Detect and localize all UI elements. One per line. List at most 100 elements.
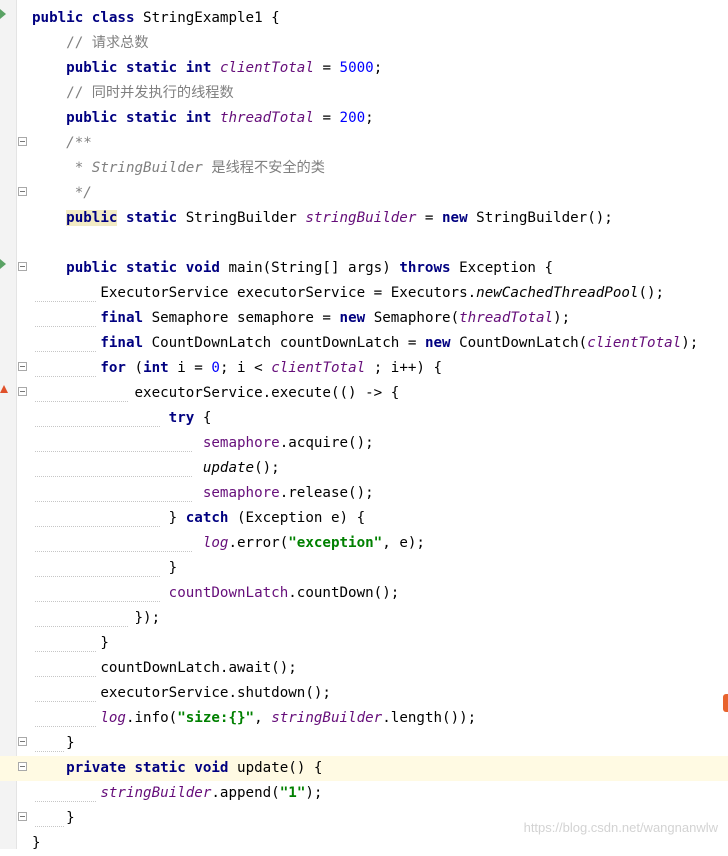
code-text[interactable]: semaphore.acquire();: [32, 434, 374, 453]
code-text[interactable]: log.info("size:{}", stringBuilder.length…: [32, 709, 476, 728]
code-text[interactable]: stringBuilder.append("1");: [32, 784, 322, 803]
code-text[interactable]: semaphore.release();: [32, 484, 374, 503]
code-line-9[interactable]: public static StringBuilder stringBuilde…: [0, 206, 728, 231]
code-text[interactable]: final Semaphore semaphore = new Semaphor…: [32, 309, 570, 328]
code-text[interactable]: ExecutorService executorService = Execut…: [32, 284, 664, 303]
code-token: new: [424, 335, 451, 351]
code-text[interactable]: public static int clientTotal = 5000;: [32, 59, 382, 78]
code-text[interactable]: private static void update() {: [32, 759, 322, 778]
code-token: static: [134, 760, 186, 776]
code-line-28[interactable]: executorService.shutdown();: [0, 681, 728, 706]
code-line-30[interactable]: }: [0, 731, 728, 756]
code-text[interactable]: executorService.shutdown();: [32, 684, 331, 703]
code-token: try: [168, 410, 195, 426]
code-line-17[interactable]: try {: [0, 406, 728, 431]
code-line-24[interactable]: countDownLatch.countDown();: [0, 581, 728, 606]
code-line-13[interactable]: final Semaphore semaphore = new Semaphor…: [0, 306, 728, 331]
code-text[interactable]: public static void main(String[] args) t…: [32, 259, 553, 278]
code-line-6[interactable]: /**: [0, 131, 728, 156]
run-icon[interactable]: [0, 9, 6, 19]
code-line-26[interactable]: }: [0, 631, 728, 656]
code-text[interactable]: log.error("exception", e);: [32, 534, 425, 553]
code-text[interactable]: for (int i = 0; i < clientTotal ; i++) {: [32, 359, 442, 378]
fold-toggle-icon[interactable]: [18, 137, 27, 146]
code-token: 200: [339, 110, 366, 126]
code-line-32[interactable]: stringBuilder.append("1");: [0, 781, 728, 806]
code-line-21[interactable]: } catch (Exception e) {: [0, 506, 728, 531]
code-text[interactable]: }: [32, 734, 75, 753]
code-token: /**: [66, 135, 92, 151]
code-text[interactable]: /**: [32, 134, 92, 153]
code-line-19[interactable]: update();: [0, 456, 728, 481]
fold-toggle-icon[interactable]: [18, 737, 27, 746]
code-text[interactable]: public static int threadTotal = 200;: [32, 109, 374, 128]
error-stripe-marker[interactable]: [723, 694, 728, 712]
code-text[interactable]: public class StringExample1 {: [32, 9, 280, 28]
code-token: "exception": [288, 535, 383, 551]
code-line-11[interactable]: public static void main(String[] args) t…: [0, 256, 728, 281]
code-text[interactable]: update();: [32, 459, 280, 478]
code-line-15[interactable]: for (int i = 0; i < clientTotal ; i++) {: [0, 356, 728, 381]
code-line-31[interactable]: private static void update() {: [0, 756, 728, 781]
code-line-12[interactable]: ExecutorService executorService = Execut…: [0, 281, 728, 306]
code-token: throws: [399, 260, 451, 276]
run-icon[interactable]: [0, 259, 6, 269]
code-text[interactable]: countDownLatch.countDown();: [32, 584, 400, 603]
code-line-2[interactable]: // 请求总数: [0, 31, 728, 56]
code-line-8[interactable]: */: [0, 181, 728, 206]
code-text[interactable]: countDownLatch.await();: [32, 659, 296, 678]
code-line-16[interactable]: executorService.execute(() -> {: [0, 381, 728, 406]
code-line-20[interactable]: semaphore.release();: [0, 481, 728, 506]
code-text[interactable]: */: [32, 184, 92, 203]
code-token: int: [185, 60, 212, 76]
fold-toggle-icon[interactable]: [18, 262, 27, 271]
code-line-25[interactable]: });: [0, 606, 728, 631]
code-line-3[interactable]: public static int clientTotal = 5000;: [0, 56, 728, 81]
fold-toggle-icon[interactable]: [18, 812, 27, 821]
fold-toggle-icon[interactable]: [18, 187, 27, 196]
code-text[interactable]: final CountDownLatch countDownLatch = ne…: [32, 334, 698, 353]
code-editor[interactable]: public class StringExample1 { // 请求总数 pu…: [0, 0, 728, 851]
code-line-18[interactable]: semaphore.acquire();: [0, 431, 728, 456]
code-line-23[interactable]: }: [0, 556, 728, 581]
code-token: );: [681, 335, 699, 351]
code-line-10[interactable]: [0, 231, 728, 256]
code-line-14[interactable]: final CountDownLatch countDownLatch = ne…: [0, 331, 728, 356]
code-text[interactable]: } catch (Exception e) {: [32, 509, 365, 528]
code-line-29[interactable]: log.info("size:{}", stringBuilder.length…: [0, 706, 728, 731]
code-token: (Exception e) {: [228, 510, 366, 526]
up-arrow[interactable]: [0, 385, 8, 393]
code-text[interactable]: * StringBuilder 是线程不安全的类: [32, 159, 325, 178]
code-line-7[interactable]: * StringBuilder 是线程不安全的类: [0, 156, 728, 181]
code-text[interactable]: // 请求总数: [32, 34, 148, 53]
fold-toggle-icon[interactable]: [18, 387, 27, 396]
code-text[interactable]: try {: [32, 409, 212, 428]
code-line-4[interactable]: // 同时并发执行的线程数: [0, 81, 728, 106]
code-text[interactable]: });: [32, 609, 160, 628]
code-text[interactable]: public static StringBuilder stringBuilde…: [32, 209, 613, 228]
code-text[interactable]: }: [32, 634, 109, 653]
code-line-1[interactable]: public class StringExample1 {: [0, 6, 728, 31]
code-token: clientTotal: [271, 360, 366, 376]
fold-toggle-icon[interactable]: [18, 762, 27, 771]
code-line-27[interactable]: countDownLatch.await();: [0, 656, 728, 681]
code-text[interactable]: }: [32, 559, 178, 578]
code-token: CountDownLatch(: [450, 335, 588, 351]
code-text[interactable]: executorService.execute(() -> {: [32, 384, 399, 403]
code-text[interactable]: // 同时并发执行的线程数: [32, 84, 234, 103]
code-token: );: [305, 785, 323, 801]
fold-toggle-icon[interactable]: [18, 362, 27, 371]
code-line-22[interactable]: log.error("exception", e);: [0, 531, 728, 556]
code-text[interactable]: }: [32, 834, 41, 853]
code-line-5[interactable]: public static int threadTotal = 200;: [0, 106, 728, 131]
code-text[interactable]: }: [32, 809, 75, 828]
